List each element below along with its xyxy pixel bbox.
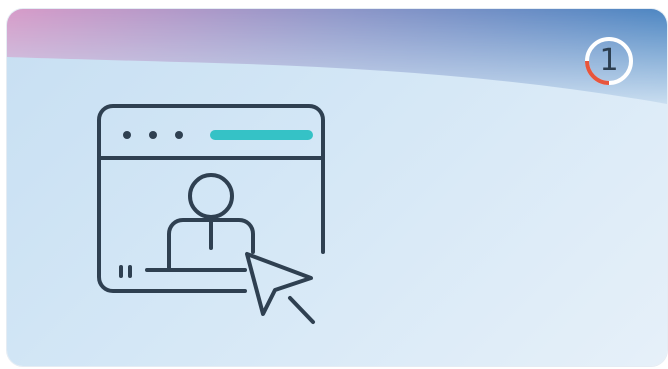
cursor-arrow-icon: [245, 252, 315, 324]
step-card: 1: [7, 9, 667, 366]
step-number: 1: [599, 43, 619, 78]
window-dots: [123, 131, 183, 139]
step-badge: 1: [583, 35, 635, 87]
online-user-click-icon: [97, 104, 325, 324]
